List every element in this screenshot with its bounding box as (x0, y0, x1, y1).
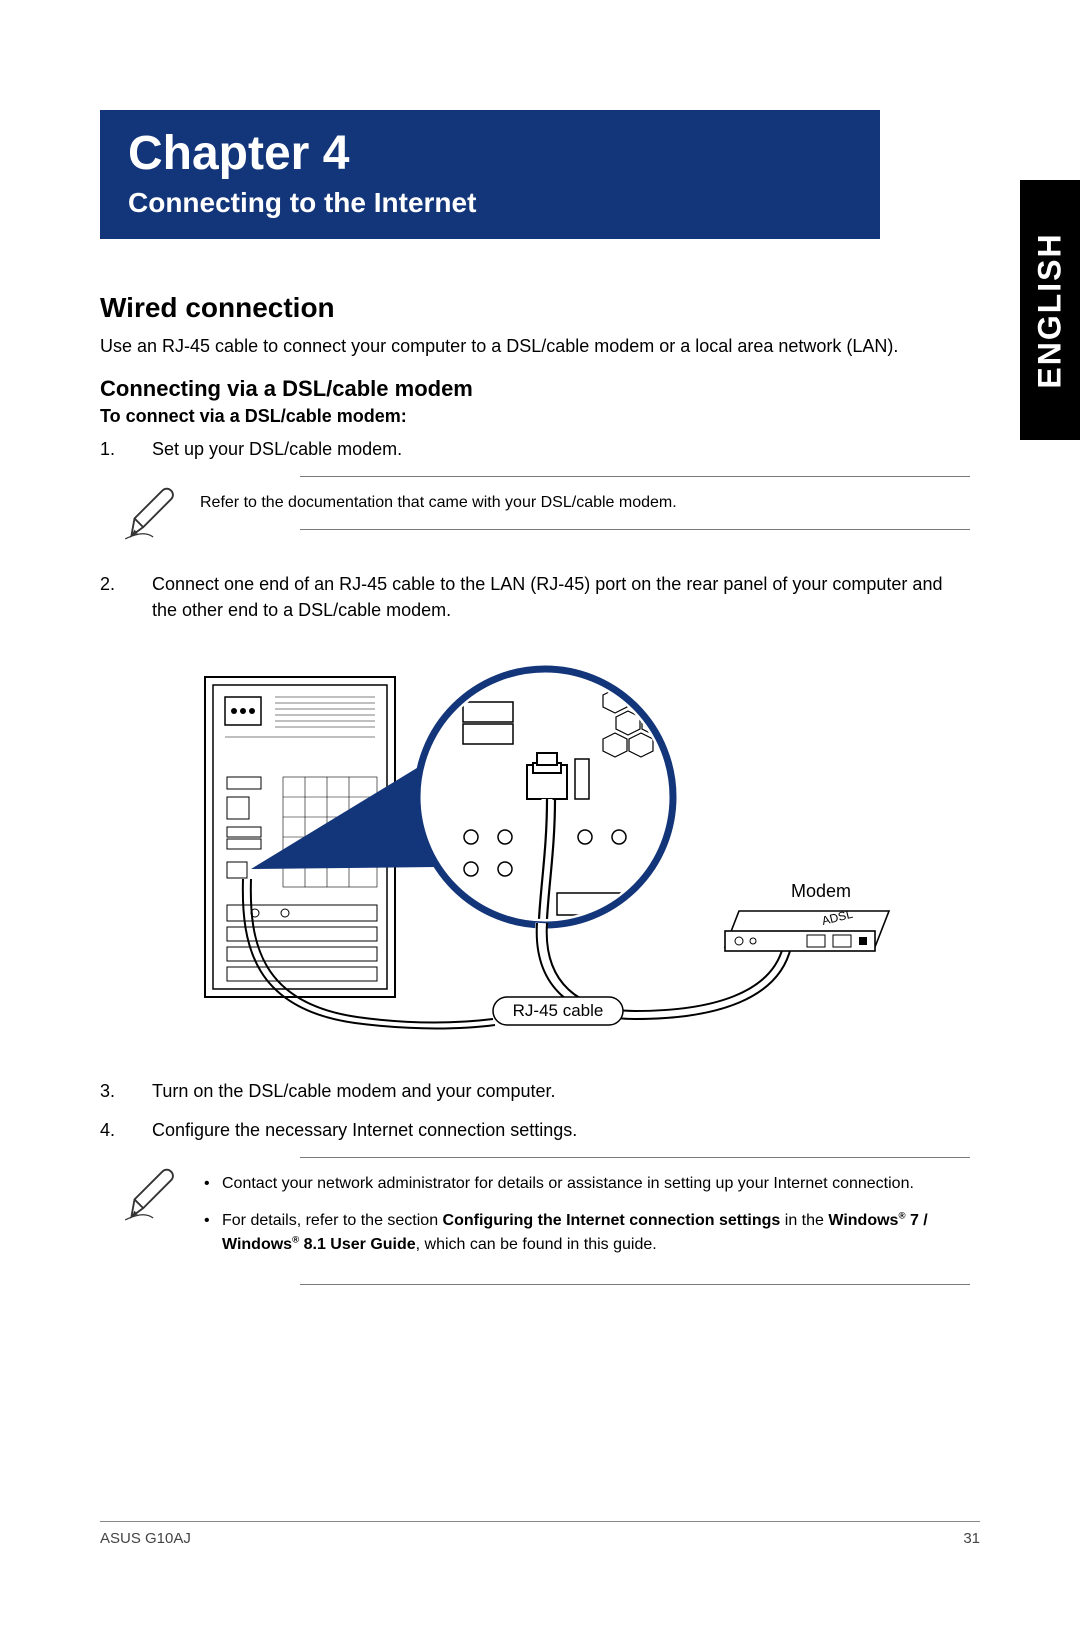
list-item: 2. Connect one end of an RJ-45 cable to … (100, 572, 970, 622)
footer-product: ASUS G10AJ (100, 1530, 191, 1547)
content-area: Wired connection Use an RJ-45 cable to c… (100, 292, 970, 1315)
step-number: 1. (100, 437, 152, 462)
list-item: 1. Set up your DSL/cable modem. (100, 437, 970, 462)
chapter-number: Chapter 4 (128, 128, 852, 181)
chapter-title: Connecting to the Internet (128, 187, 852, 219)
step-number: 4. (100, 1118, 152, 1143)
section-intro: Use an RJ-45 cable to connect your compu… (100, 334, 970, 358)
subsection-heading: Connecting via a DSL/cable modem (100, 376, 970, 402)
note-block: Refer to the documentation that came wit… (100, 476, 970, 542)
note-bullet: Contact your network administrator for d… (200, 1172, 962, 1195)
note-bullet-list: Contact your network administrator for d… (200, 1172, 962, 1256)
step-number: 2. (100, 572, 152, 622)
step-text: Configure the necessary Internet connect… (152, 1118, 970, 1143)
diagram-label-cable: RJ-45 cable (513, 1001, 604, 1020)
note-bullet: For details, refer to the section Config… (200, 1209, 962, 1255)
note-block: Contact your network administrator for d… (100, 1157, 970, 1285)
ordered-list: 1. Set up your DSL/cable modem. (100, 437, 970, 462)
list-item: 3. Turn on the DSL/cable modem and your … (100, 1079, 970, 1104)
step-text: Set up your DSL/cable modem. (152, 437, 970, 462)
page-footer: ASUS G10AJ 31 (100, 1521, 980, 1547)
note-text: Refer to the documentation that came wit… (200, 477, 970, 528)
language-text: ENGLISH (1032, 232, 1069, 388)
ordered-list: 2. Connect one end of an RJ-45 cable to … (100, 572, 970, 622)
manual-page: ENGLISH Chapter 4 Connecting to the Inte… (0, 0, 1080, 1627)
step-text: Turn on the DSL/cable modem and your com… (152, 1079, 970, 1104)
diagram-label-modem: Modem (791, 881, 851, 901)
footer-page-number: 31 (963, 1530, 980, 1547)
step-number: 3. (100, 1079, 152, 1104)
pencil-note-icon (100, 1157, 200, 1223)
connection-diagram: RJ-45 cable Modem ADSL (100, 637, 970, 1057)
ordered-list: 3. Turn on the DSL/cable modem and your … (100, 1079, 970, 1143)
step-text: Connect one end of an RJ-45 cable to the… (152, 572, 970, 622)
section-heading: Wired connection (100, 292, 970, 324)
procedure-leadin: To connect via a DSL/cable modem: (100, 406, 970, 427)
list-item: 4. Configure the necessary Internet conn… (100, 1118, 970, 1143)
language-tab: ENGLISH (1020, 180, 1080, 440)
pencil-note-icon (100, 476, 200, 542)
chapter-banner: Chapter 4 Connecting to the Internet (100, 110, 880, 239)
